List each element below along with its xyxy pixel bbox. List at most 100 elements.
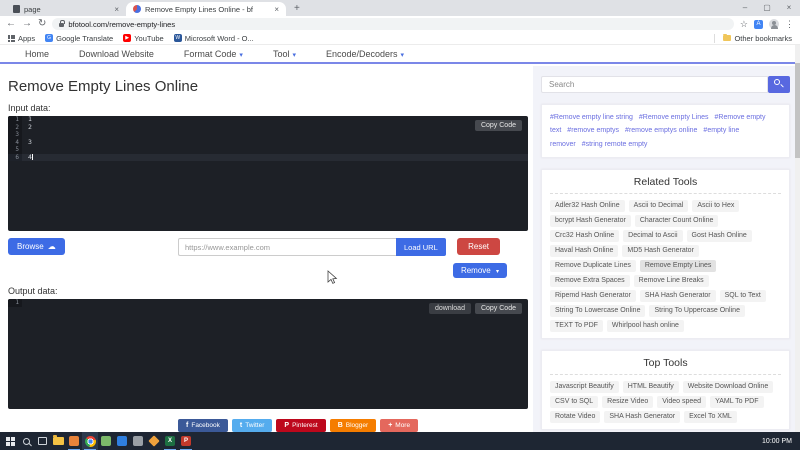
- chip-sql-to-text[interactable]: SQL to Text: [719, 289, 766, 302]
- start-icon[interactable]: [2, 432, 18, 450]
- hashtag-link[interactable]: #string remote empty: [582, 141, 648, 148]
- file-explorer-icon[interactable]: [50, 432, 66, 450]
- forward-button[interactable]: →: [22, 19, 32, 29]
- chip-string-to-uppercase-online[interactable]: String To Uppercase Online: [649, 304, 745, 317]
- output-editor[interactable]: 1 download Copy Code: [8, 299, 528, 409]
- app-icon-blue[interactable]: [114, 432, 130, 450]
- close-icon[interactable]: ×: [114, 5, 119, 14]
- chip-ascii-to-decimal[interactable]: Ascii to Decimal: [628, 199, 689, 212]
- chip-gost-hash-online[interactable]: Gost Hash Online: [686, 229, 752, 242]
- sidebar: #Remove empty line string #Remove empty L…: [533, 66, 800, 432]
- app-glyph: [148, 435, 160, 447]
- reset-button[interactable]: Reset: [457, 238, 500, 255]
- app-icon-orange[interactable]: [66, 432, 82, 450]
- page-scrollbar[interactable]: [795, 45, 800, 432]
- remove-button[interactable]: Remove ▾: [452, 263, 507, 278]
- chip-whirlpool-hash-online[interactable]: Whirlpool hash online: [606, 319, 684, 332]
- back-button[interactable]: ←: [6, 19, 16, 29]
- chip-website-download-online[interactable]: Website Download Online: [682, 380, 774, 393]
- bookmark-microsoft-word-o[interactable]: W Microsoft Word - O...: [173, 34, 254, 43]
- google-translate-favicon: G: [45, 34, 54, 42]
- app-icon-diamond[interactable]: [146, 432, 162, 450]
- chip-adler32-hash-online[interactable]: Adler32 Hash Online: [550, 199, 625, 212]
- task-view-icon[interactable]: [34, 432, 50, 450]
- nav-item-download-website[interactable]: Download Website: [64, 49, 169, 59]
- chip-bcrypt-hash-generator[interactable]: bcrypt Hash Generator: [550, 214, 631, 227]
- hashtag-link[interactable]: #Remove empty line string: [550, 114, 633, 121]
- refresh-button[interactable]: ↻: [38, 19, 46, 29]
- chip-text-to-pdf[interactable]: TEXT To PDF: [550, 319, 603, 332]
- chip-character-count-online[interactable]: Character Count Online: [634, 214, 719, 227]
- copy-code-button[interactable]: Copy Code: [474, 303, 522, 314]
- share-blogger-button[interactable]: B Blogger: [329, 419, 377, 432]
- copy-code-button[interactable]: Copy Code: [474, 120, 522, 131]
- chip-ascii-to-hex[interactable]: Ascii to Hex: [692, 199, 740, 212]
- tab-remove-empty-lines[interactable]: Remove Empty Lines Online - bf ×: [126, 2, 286, 16]
- nav-item-encode-decoders[interactable]: Encode/Decoders ▾: [311, 49, 419, 59]
- bookmark-youtube[interactable]: ▶ YouTube: [123, 34, 164, 43]
- chip-yaml-to-pdf[interactable]: YAML To PDF: [710, 395, 764, 408]
- excel-icon[interactable]: X: [162, 432, 178, 450]
- load-url-button[interactable]: Load URL: [396, 238, 446, 256]
- bookmark-star-icon[interactable]: ☆: [740, 19, 748, 29]
- chip-excel-to-xml[interactable]: Excel To XML: [684, 410, 737, 423]
- search-input[interactable]: [541, 76, 768, 93]
- minimize-button[interactable]: –: [734, 0, 756, 16]
- chip-sha-hash-generator[interactable]: SHA Hash Generator: [639, 289, 716, 302]
- chip-resize-video[interactable]: Resize Video: [602, 395, 654, 408]
- url-input[interactable]: [178, 238, 396, 256]
- apps-shortcut[interactable]: Apps: [8, 34, 35, 43]
- chip-decimal-to-ascii[interactable]: Decimal to Ascii: [623, 229, 683, 242]
- chip-remove-duplicate-lines[interactable]: Remove Duplicate Lines: [550, 259, 636, 272]
- other-bookmarks[interactable]: Other bookmarks: [714, 33, 792, 43]
- chip-crc32-hash-online[interactable]: Crc32 Hash Online: [550, 229, 620, 242]
- chip-remove-empty-lines[interactable]: Remove Empty Lines: [639, 259, 717, 272]
- nav-item-home[interactable]: Home: [10, 49, 64, 59]
- browse-button[interactable]: Browse ☁: [8, 238, 65, 255]
- chip-remove-extra-spaces[interactable]: Remove Extra Spaces: [550, 274, 630, 287]
- chip-string-to-lowercase-online[interactable]: String To Lowercase Online: [550, 304, 646, 317]
- hashtag-link[interactable]: #remove emptys: [567, 127, 619, 134]
- input-editor[interactable]: 1122343564 Copy Code: [8, 116, 528, 231]
- chip-ripemd-hash-generator[interactable]: Ripemd Hash Generator: [550, 289, 636, 302]
- url-field[interactable]: bfotool.com/remove-empty-lines: [52, 18, 734, 30]
- powerpoint-icon[interactable]: P: [178, 432, 194, 450]
- share-pinterest-button[interactable]: P Pinterest: [276, 419, 326, 432]
- kebab-menu-icon[interactable]: ⋮: [785, 19, 794, 29]
- maximize-button[interactable]: ▢: [756, 0, 778, 16]
- app-icon-gray[interactable]: [130, 432, 146, 450]
- scrollbar-thumb[interactable]: [795, 63, 800, 158]
- chip-remove-line-breaks[interactable]: Remove Line Breaks: [633, 274, 709, 287]
- hashtag-link[interactable]: #remove emptys online: [625, 127, 697, 134]
- chip-rotate-video[interactable]: Rotate Video: [550, 410, 601, 423]
- translate-icon[interactable]: A: [754, 19, 763, 29]
- chip-html-beautify[interactable]: HTML Beautify: [622, 380, 679, 393]
- app-icon-notes[interactable]: [98, 432, 114, 450]
- chip-haval-hash-online[interactable]: Haval Hash Online: [550, 244, 619, 257]
- top-tools-card: Top Tools Javascript Beautify HTML Beauti…: [541, 349, 790, 430]
- apps-label: Apps: [18, 33, 36, 43]
- chip-csv-to-sql[interactable]: CSV to SQL: [550, 395, 599, 408]
- new-tab-button[interactable]: +: [294, 3, 300, 16]
- nav-item-tool[interactable]: Tool ▾: [258, 49, 311, 59]
- line-text: 2: [28, 122, 32, 131]
- search-button[interactable]: [768, 76, 790, 93]
- chip-md5-hash-generator[interactable]: MD5 Hash Generator: [622, 244, 699, 257]
- download-button[interactable]: download: [429, 303, 471, 314]
- hashtag-link[interactable]: #Remove empty Lines: [639, 114, 709, 121]
- close-icon[interactable]: ×: [274, 5, 279, 14]
- chrome-icon[interactable]: [82, 432, 98, 450]
- share-twitter-button[interactable]: t Twitter: [231, 419, 273, 432]
- chip-sha-hash-generator[interactable]: SHA Hash Generator: [604, 410, 681, 423]
- bookmark-google-translate[interactable]: G Google Translate: [45, 34, 113, 43]
- chip-video-speed[interactable]: Video speed: [657, 395, 707, 408]
- share-more-button[interactable]: + More: [380, 419, 419, 432]
- close-window-button[interactable]: ×: [778, 0, 800, 16]
- share-facebook-button[interactable]: f Facebook: [178, 419, 228, 432]
- tab-page[interactable]: page ×: [6, 2, 126, 16]
- chip-javascript-beautify[interactable]: Javascript Beautify: [550, 380, 619, 393]
- search-icon[interactable]: [18, 432, 34, 450]
- share-label: Facebook: [191, 422, 220, 429]
- profile-avatar[interactable]: [769, 19, 779, 30]
- nav-item-format-code[interactable]: Format Code ▾: [169, 49, 258, 59]
